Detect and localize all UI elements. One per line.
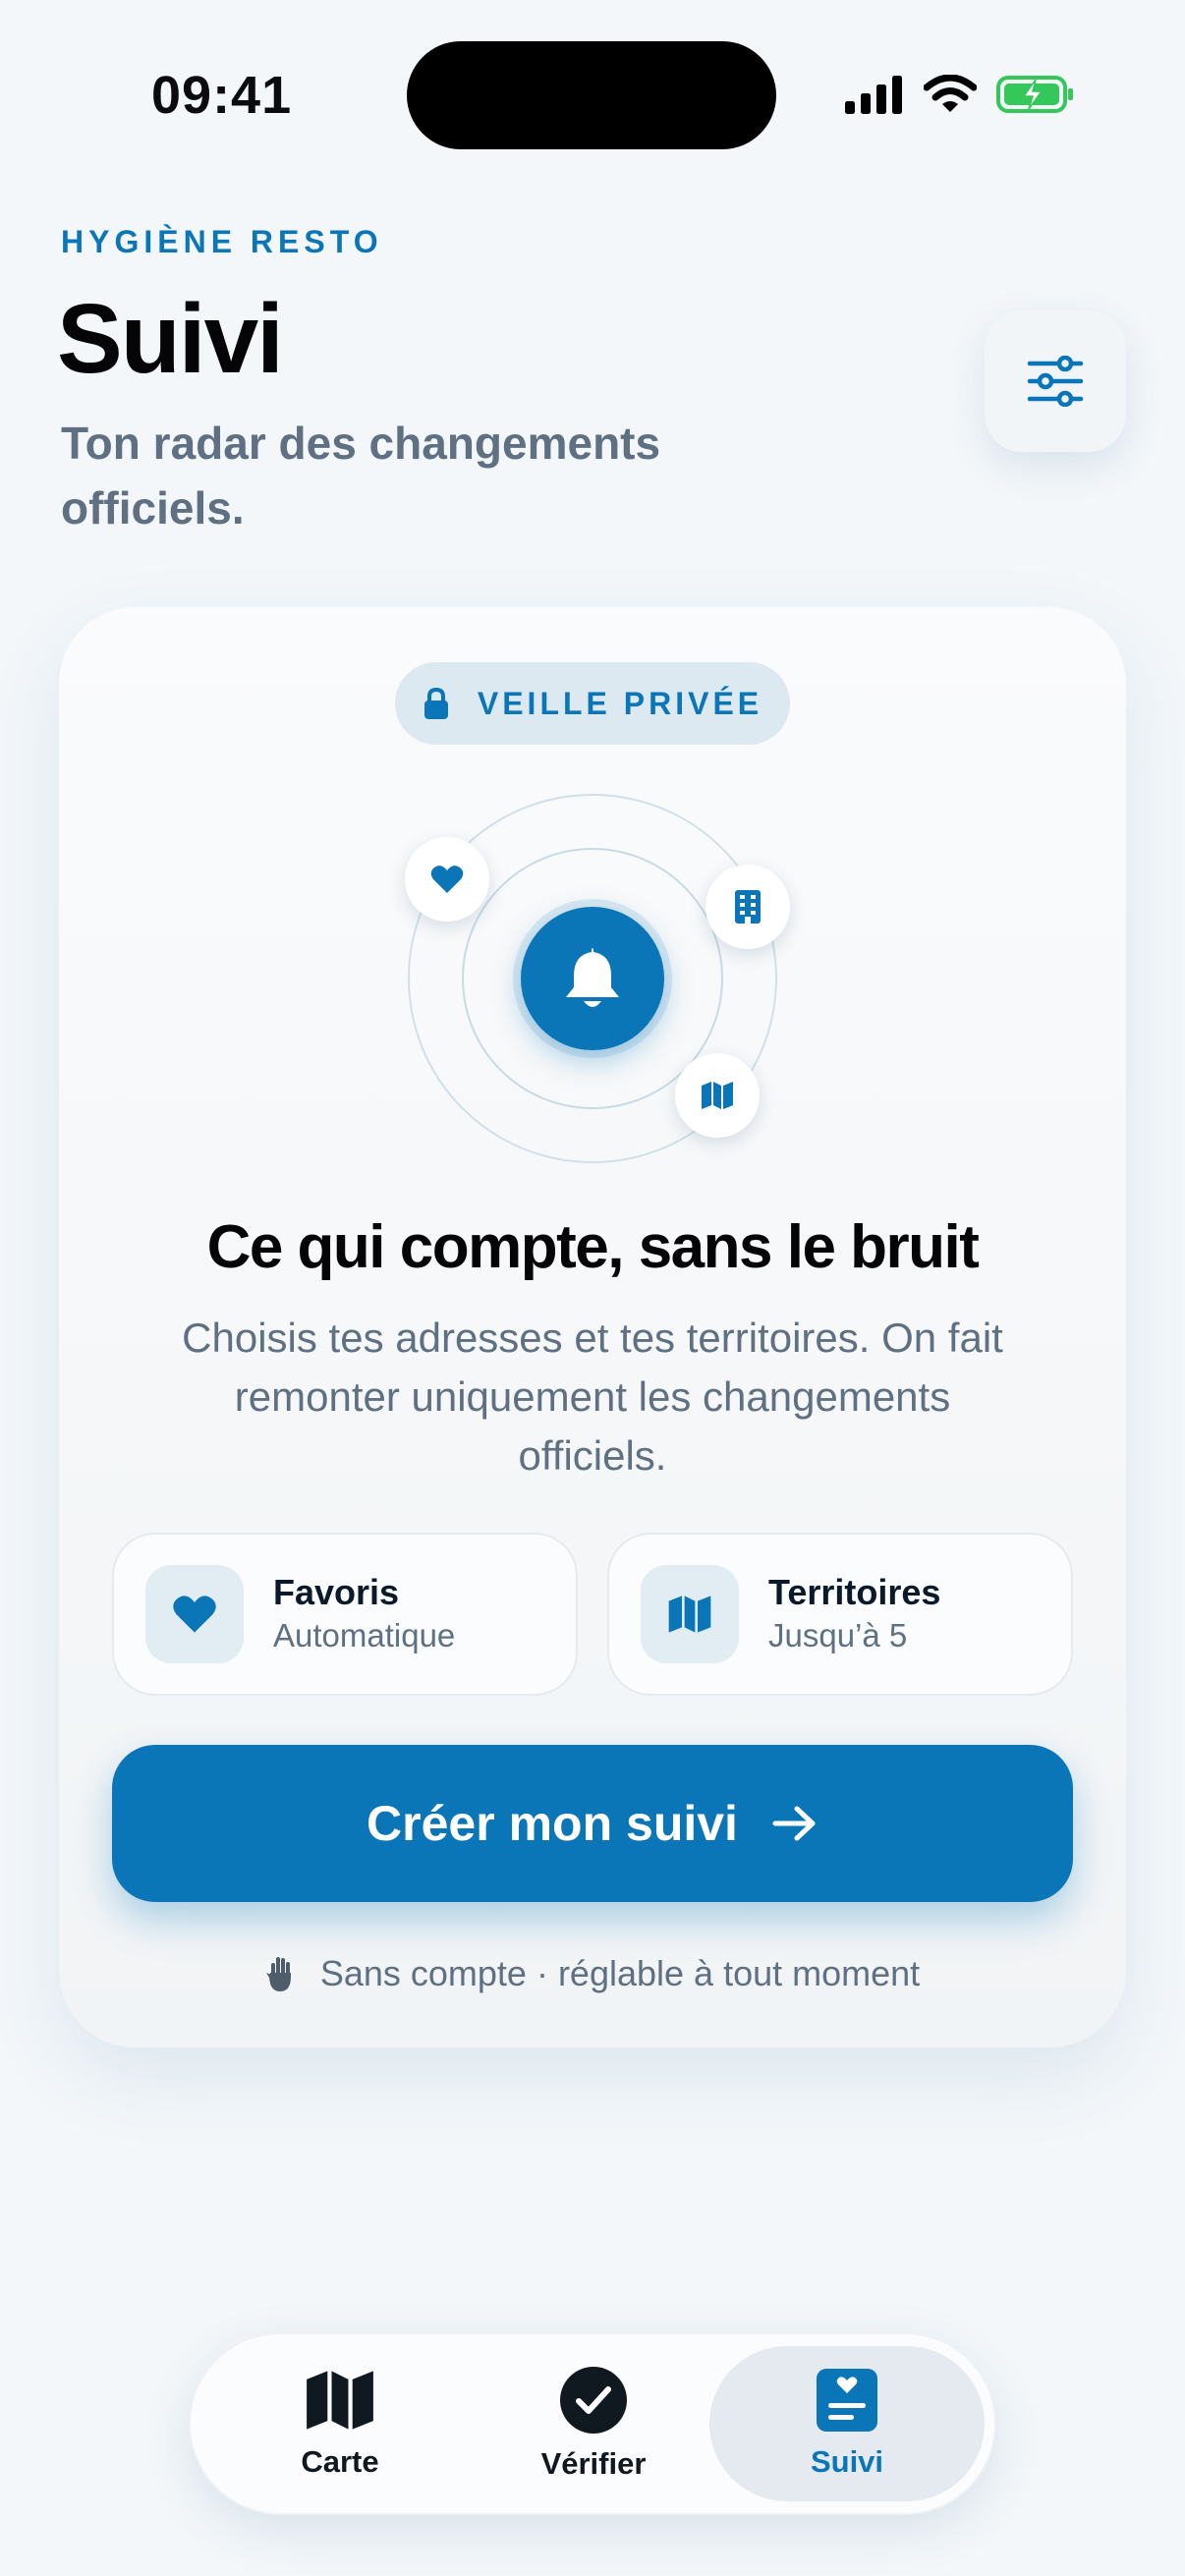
card-body: Choisis tes adresses et tes territoires.… <box>182 1315 1003 1479</box>
check-circle-icon <box>560 2367 627 2434</box>
card-title: Ce qui compte, sans le bruit <box>206 1213 980 1281</box>
feature-territories: Territoires Jusqu’à 5 <box>607 1533 1073 1696</box>
badge-label: VEILLE PRIVÉE <box>477 685 763 721</box>
tab-label: Suivi <box>810 2444 884 2479</box>
create-watch-button-label: Créer mon suivi <box>367 1796 738 1851</box>
cellular-signal-icon <box>845 76 902 114</box>
tab-suivi[interactable]: Suivi <box>709 2346 985 2501</box>
create-watch-button[interactable]: Créer mon suivi <box>112 1745 1073 1902</box>
tab-bar: Carte Vérifier Suivi <box>189 2332 996 2515</box>
onboarding-card: VEILLE PRIVÉE Ce qui compte, sans le bru… <box>59 607 1126 2047</box>
footnote-text: Sans compte · réglable à tout moment <box>319 1953 921 1993</box>
feature-territories-text: Territoires Jusqu’à 5 <box>768 1571 940 1657</box>
status-time: 09:41 <box>151 66 293 125</box>
page-subtitle: Ton radar des changements officiels. <box>61 418 661 533</box>
app-eyebrow: HYGIÈNE RESTO <box>61 224 383 259</box>
tab-carte[interactable]: Carte <box>202 2346 478 2501</box>
page-title: Suivi <box>57 284 284 394</box>
dynamic-island <box>407 41 776 149</box>
radar-illustration <box>59 784 1126 1197</box>
privacy-footnote: Sans compte · réglable à tout moment <box>59 1953 1126 1994</box>
feature-favorites-icon-wrap <box>145 1565 244 1663</box>
orbit-building-chip <box>705 865 790 949</box>
bell-icon <box>566 948 619 1007</box>
private-watch-badge: VEILLE PRIVÉE <box>395 662 790 745</box>
feature-favorites: Favoris Automatique <box>112 1533 578 1696</box>
hand-icon <box>265 1957 291 1991</box>
heart-icon <box>173 1596 216 1633</box>
filters-button[interactable] <box>985 310 1126 452</box>
feature-subtitle: Automatique <box>273 1617 456 1653</box>
feature-subtitle: Jusqu’à 5 <box>768 1617 908 1653</box>
sliders-icon <box>1027 356 1084 407</box>
building-icon <box>735 890 761 924</box>
tab-label: Carte <box>301 2444 379 2479</box>
feature-favorites-text: Favoris Automatique <box>273 1571 455 1657</box>
orbit-heart-chip <box>405 837 489 922</box>
bell-badge <box>521 907 664 1050</box>
orbit-map-chip <box>675 1053 760 1138</box>
map-icon <box>668 1596 711 1633</box>
arrow-right-icon <box>772 1806 816 1841</box>
map-icon <box>702 1082 733 1109</box>
wifi-icon <box>924 75 977 112</box>
tab-verifier[interactable]: Vérifier <box>456 2346 731 2501</box>
lock-icon <box>423 687 448 719</box>
battery-charging-icon <box>996 76 1073 113</box>
screen: 09:41 HYGIÈNE RESTO Suivi Ton radar des … <box>0 0 1185 2576</box>
map-icon <box>307 2371 373 2430</box>
feature-title: Territoires <box>768 1572 941 1612</box>
status-icons <box>845 69 1075 120</box>
heart-icon <box>430 866 464 893</box>
tab-label: Vérifier <box>540 2446 647 2481</box>
watchlist-icon <box>817 2369 877 2432</box>
feature-title: Favoris <box>273 1572 400 1612</box>
feature-territories-icon-wrap <box>641 1565 739 1663</box>
